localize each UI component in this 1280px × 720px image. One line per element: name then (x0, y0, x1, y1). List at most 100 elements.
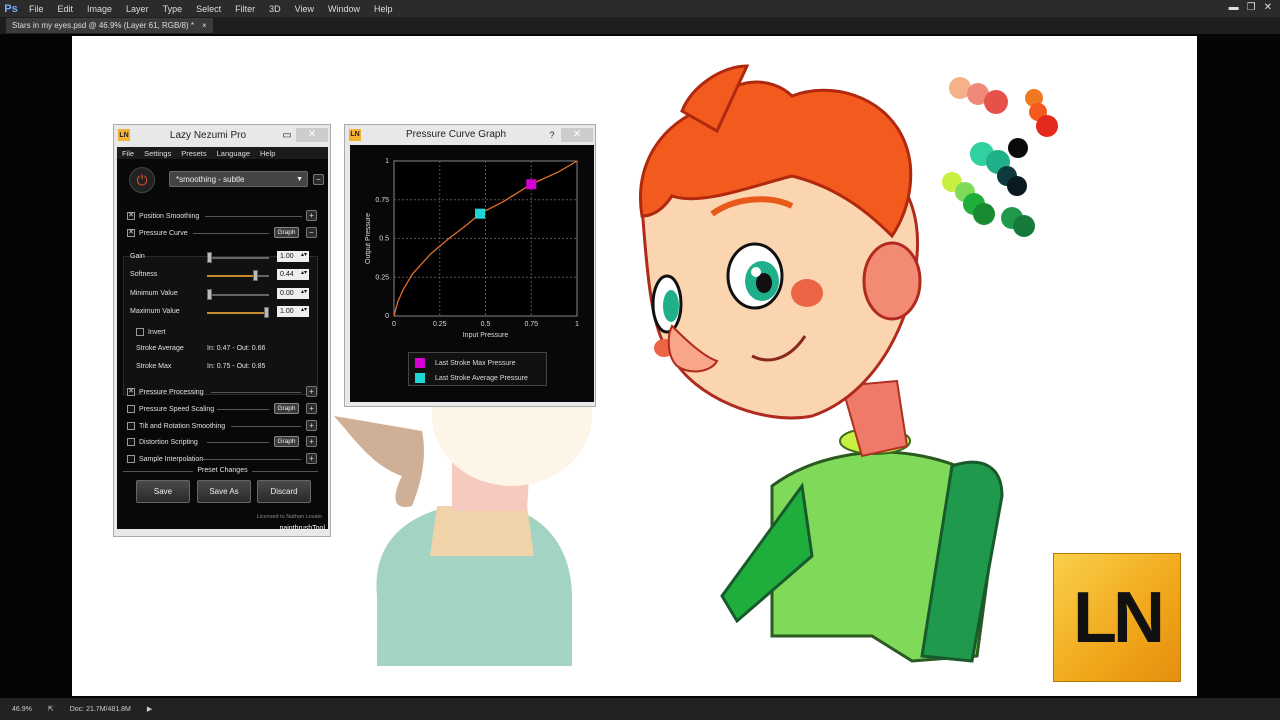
ln-menu-help[interactable]: Help (255, 149, 280, 158)
ln-titlebar[interactable]: LN Lazy Nezumi Pro ▭ ✕ (114, 125, 330, 145)
expand-distortion-button[interactable]: + (306, 436, 317, 447)
menu-file[interactable]: File (22, 4, 51, 14)
menu-layer[interactable]: Layer (119, 4, 156, 14)
preset-dropdown[interactable]: *smoothing - subtle ▼ (169, 171, 308, 187)
collapse-pressure-curve-button[interactable]: − (306, 227, 317, 238)
photoshop-logo-icon: Ps (4, 2, 18, 15)
spin-arrows-icon[interactable]: ▴▾ (301, 305, 307, 316)
ln-minimize-icon[interactable]: ▭ (278, 130, 296, 141)
pc-titlebar[interactable]: LN Pressure Curve Graph ? ✕ (345, 125, 595, 144)
stroke-average-value: In: 0.47 - Out: 0.66 (207, 345, 266, 352)
distortion-scripting-label: Distortion Scripting (139, 438, 198, 446)
minimum-value-slider-thumb[interactable] (207, 289, 212, 300)
maximum-value-spinbox[interactable]: 1.00 ▴▾ (277, 306, 309, 317)
window-controls: ▬ ❐ ✕ (1229, 2, 1272, 13)
ln-panel: ⏻ *smoothing - subtle ▼ − ✕ Position Smo… (117, 159, 328, 532)
ln-app-icon: LN (118, 129, 130, 141)
minimize-icon[interactable]: ▬ (1229, 2, 1239, 13)
spin-arrows-icon[interactable]: ▴▾ (301, 250, 307, 261)
save-button[interactable]: Save (136, 480, 190, 503)
maximum-value-label: Maximum Value (130, 308, 180, 315)
minimum-value-spinbox[interactable]: 0.00 ▴▾ (277, 288, 309, 299)
pressure-curve-checkbox[interactable]: ✕ (127, 229, 135, 237)
menu-help[interactable]: Help (367, 4, 400, 14)
menu-view[interactable]: View (288, 4, 321, 14)
zoom-level[interactable]: 46.9% (12, 706, 32, 713)
preset-changes-title: Preset Changes (197, 467, 248, 474)
restore-icon[interactable]: ❐ (1247, 2, 1256, 13)
power-icon[interactable]: ⏻ (129, 167, 155, 193)
invert-label: Invert (148, 328, 166, 336)
maximum-value-slider-thumb[interactable] (264, 307, 269, 318)
ln-menu-file[interactable]: File (117, 149, 139, 158)
pressure-processing-label: Pressure Processing (139, 388, 204, 396)
divider (205, 216, 302, 217)
maximum-value-slider[interactable] (207, 307, 269, 318)
invert-row: Invert (136, 326, 166, 338)
gain-spinbox[interactable]: 1.00 ▴▾ (277, 251, 309, 262)
menu-image[interactable]: Image (80, 4, 119, 14)
distortion-scripting-checkbox[interactable] (127, 438, 135, 446)
softness-slider-thumb[interactable] (252, 270, 258, 281)
pc-close-icon[interactable]: ✕ (561, 127, 593, 142)
discard-button[interactable]: Discard (257, 480, 311, 503)
gain-slider-thumb[interactable] (207, 252, 212, 263)
document-tab[interactable]: Stars in my eyes.psd @ 46.9% (Layer 61, … (6, 18, 213, 33)
expand-position-smoothing-button[interactable]: + (306, 210, 317, 221)
stroke-max-label: Stroke Max (136, 363, 172, 370)
menu-select[interactable]: Select (189, 4, 228, 14)
gain-slider[interactable] (207, 252, 269, 263)
expand-sample-interpolation-button[interactable]: + (306, 453, 317, 464)
lazy-nezumi-window: LN Lazy Nezumi Pro ▭ ✕ File Settings Pre… (113, 124, 331, 537)
pressure-processing-checkbox[interactable]: ✕ (127, 388, 135, 396)
status-bar: 46.9% ⇱ Doc: 21.7M/481.8M ▶ (0, 698, 1280, 720)
softness-slider[interactable] (207, 270, 269, 281)
expand-tilt-rotation-button[interactable]: + (306, 420, 317, 431)
minimum-value-label: Minimum Value (130, 290, 178, 297)
legend-item-avg: Last Stroke Average Pressure (415, 372, 528, 384)
tilt-rotation-checkbox[interactable] (127, 422, 135, 430)
pressure-speed-graph-button[interactable]: Graph (274, 403, 299, 414)
stroke-max-value: In: 0.75 - Out: 0.85 (207, 363, 266, 370)
softness-spinbox[interactable]: 0.44 ▴▾ (277, 269, 309, 280)
legend-label-avg: Last Stroke Average Pressure (435, 374, 528, 382)
spin-arrows-icon[interactable]: ▴▾ (301, 268, 307, 279)
pressure-curve-graph-button[interactable]: Graph (274, 227, 299, 238)
chevron-down-icon: ▼ (296, 176, 303, 183)
close-icon[interactable]: ✕ (1264, 2, 1272, 13)
active-tool-text: paintbrushTool (279, 525, 325, 532)
help-icon[interactable]: ? (543, 130, 561, 140)
expand-pressure-processing-button[interactable]: + (306, 386, 317, 397)
ln-menu-language[interactable]: Language (212, 149, 255, 158)
distortion-graph-button[interactable]: Graph (274, 436, 299, 447)
spin-arrows-icon[interactable]: ▴▾ (301, 287, 307, 298)
minimum-value-slider[interactable] (207, 289, 269, 300)
position-smoothing-checkbox[interactable]: ✕ (127, 212, 135, 220)
document-tab-close-icon[interactable]: × (202, 18, 207, 33)
menu-edit[interactable]: Edit (51, 4, 81, 14)
status-arrow-icon[interactable]: ▶ (147, 705, 152, 713)
pressure-speed-scaling-checkbox[interactable] (127, 405, 135, 413)
ln-close-icon[interactable]: ✕ (296, 128, 328, 142)
ln-menubar: File Settings Presets Language Help (117, 147, 328, 159)
expand-pressure-speed-button[interactable]: + (306, 403, 317, 414)
y-tick-label: 0.75 (375, 197, 389, 204)
ln-menu-settings[interactable]: Settings (139, 149, 176, 158)
x-axis-label: Input Pressure (463, 332, 509, 339)
invert-checkbox[interactable] (136, 328, 144, 336)
sample-interpolation-checkbox[interactable] (127, 455, 135, 463)
ln-menu-presets[interactable]: Presets (176, 149, 211, 158)
menu-type[interactable]: Type (156, 4, 190, 14)
menu-window[interactable]: Window (321, 4, 367, 14)
legend-label-max: Last Stroke Max Pressure (435, 359, 516, 367)
softness-label: Softness (130, 271, 158, 278)
menu-3d[interactable]: 3D (262, 4, 288, 14)
y-tick-label: 0 (385, 313, 389, 320)
pc-body: 0 0 0.25 0.25 0.5 0.5 0.75 0.75 1 1 Input Pressure… (350, 145, 594, 402)
menu-filter[interactable]: Filter (228, 4, 262, 14)
save-as-button[interactable]: Save As (197, 480, 251, 503)
maximum-value: 1.00 (280, 308, 294, 315)
divider (231, 426, 301, 427)
collapse-all-button[interactable]: − (313, 174, 324, 185)
export-icon[interactable]: ⇱ (48, 705, 54, 713)
